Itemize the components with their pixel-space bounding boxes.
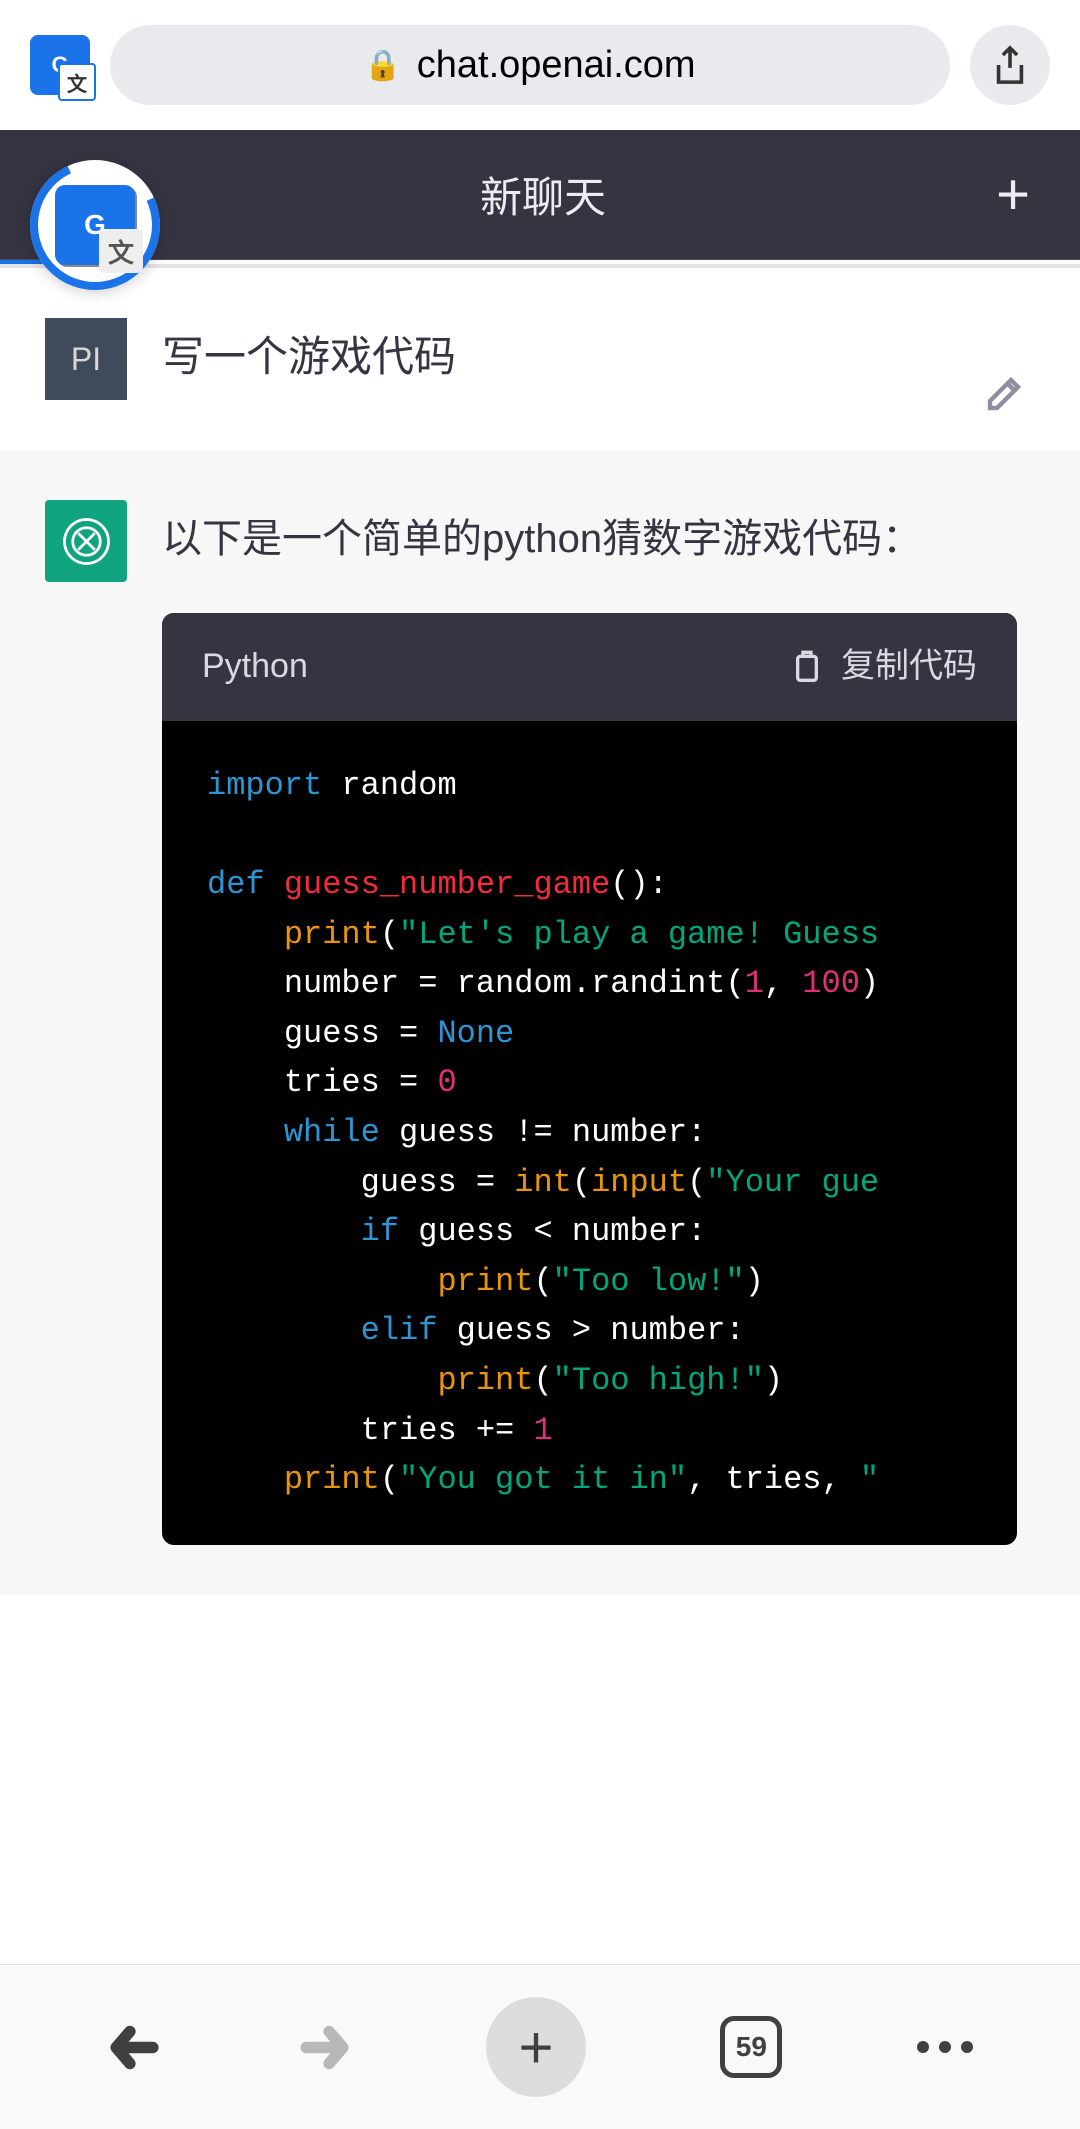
- google-translate-icon[interactable]: G: [30, 35, 90, 95]
- user-message-text: 写一个游戏代码: [162, 318, 1030, 390]
- arrow-right-icon: [297, 2020, 352, 2075]
- browser-address-bar: G 🔒 chat.openai.com: [0, 0, 1080, 130]
- assistant-avatar: [45, 500, 127, 582]
- copy-code-button[interactable]: 复制代码: [791, 638, 977, 696]
- new-chat-button[interactable]: +: [996, 161, 1030, 228]
- assistant-intro-text: 以下是一个简单的python猜数字游戏代码：: [162, 505, 1030, 573]
- edit-icon[interactable]: [983, 373, 1025, 415]
- clipboard-icon: [791, 648, 823, 686]
- app-header: 新聊天 +: [0, 130, 1080, 260]
- user-message: PI 写一个游戏代码: [0, 268, 1080, 450]
- code-language-label: Python: [202, 638, 308, 696]
- code-header: Python 复制代码: [162, 613, 1017, 721]
- code-block: Python 复制代码 import random def guess_numb…: [162, 613, 1017, 1545]
- browser-toolbar: + 59: [0, 1964, 1080, 2129]
- new-tab-button[interactable]: +: [486, 1997, 586, 2097]
- translate-floating-button[interactable]: G: [30, 160, 160, 290]
- dots-icon: [917, 2041, 973, 2053]
- more-menu-button[interactable]: [917, 2041, 973, 2053]
- assistant-message: 以下是一个简单的python猜数字游戏代码： Python 复制代码 impor…: [0, 450, 1080, 1595]
- forward-button[interactable]: [297, 2020, 352, 2075]
- lock-icon: 🔒: [364, 48, 401, 83]
- google-translate-icon: G: [55, 185, 135, 265]
- tabs-count-button[interactable]: 59: [720, 2016, 782, 2078]
- arrow-left-icon: [107, 2020, 162, 2075]
- url-field[interactable]: 🔒 chat.openai.com: [110, 25, 950, 105]
- assistant-message-body: 以下是一个简单的python猜数字游戏代码： Python 复制代码 impor…: [162, 500, 1030, 1545]
- back-button[interactable]: [107, 2020, 162, 2075]
- copy-code-label: 复制代码: [841, 638, 977, 696]
- share-button[interactable]: [970, 25, 1050, 105]
- url-text: chat.openai.com: [417, 44, 696, 87]
- user-avatar: PI: [45, 318, 127, 400]
- chat-title: 新聊天: [480, 164, 606, 225]
- code-content[interactable]: import random def guess_number_game(): p…: [162, 721, 1017, 1545]
- share-icon: [992, 45, 1028, 85]
- tabs-count: 59: [736, 2031, 767, 2063]
